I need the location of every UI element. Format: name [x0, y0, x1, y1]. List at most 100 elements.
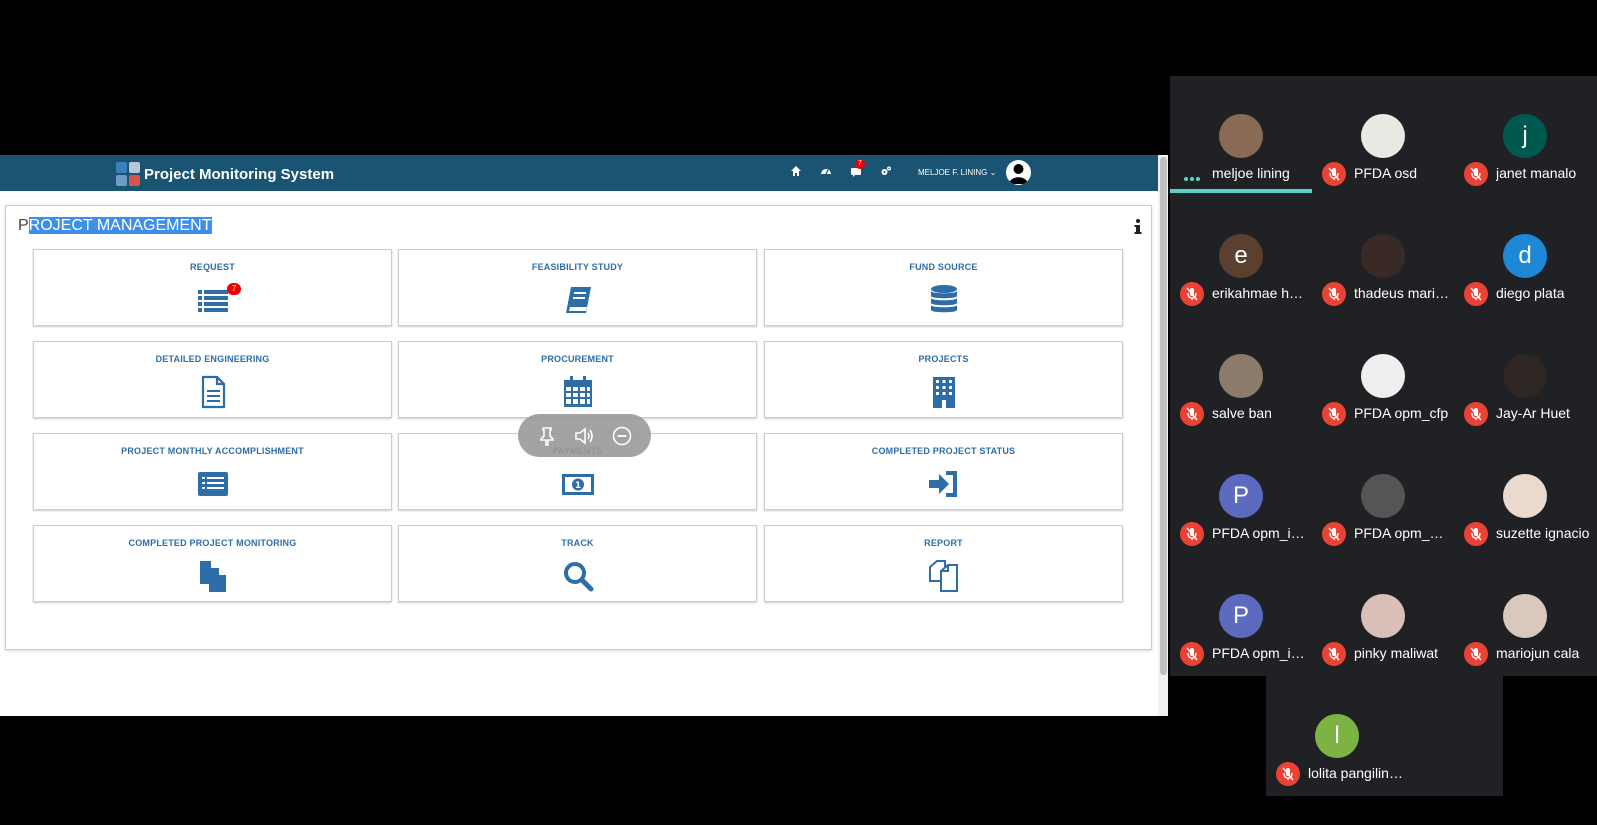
participant-avatar: P: [1219, 594, 1263, 638]
participant-name: thadeus maria...: [1354, 285, 1450, 301]
participant-tile[interactable]: mariojun cala: [1454, 556, 1596, 676]
meeting-screen: Project Monitoring System 7 MELJOE F. LI…: [0, 0, 1597, 825]
user-avatar[interactable]: [1006, 160, 1031, 185]
mic-muted-icon: [1180, 522, 1204, 546]
brand[interactable]: Project Monitoring System: [116, 162, 334, 186]
tile-request[interactable]: REQUEST 7: [33, 249, 392, 326]
chevron-down-icon: ⌄: [989, 168, 997, 177]
tile-label: FEASIBILITY STUDY: [531, 262, 624, 272]
messages-icon[interactable]: 7: [850, 159, 865, 177]
info-icon[interactable]: [1133, 218, 1143, 236]
participant-avatar: [1219, 354, 1263, 398]
building-icon: [932, 377, 955, 408]
tile-label: REQUEST: [190, 262, 235, 272]
scrollbar-thumb[interactable]: [1160, 157, 1167, 675]
participant-avatar: [1361, 594, 1405, 638]
tile-label: PROCUREMENT: [541, 354, 614, 364]
participant-name: janet manalo: [1496, 165, 1577, 181]
participant-tile[interactable]: e erikahmae hes...: [1170, 196, 1312, 316]
files-icon: [928, 560, 958, 592]
document-icon: [201, 375, 225, 409]
database-icon: [930, 285, 957, 313]
tile-label: REPORT: [924, 538, 963, 548]
participant-tile[interactable]: Jay-Ar Huet: [1454, 316, 1596, 436]
tile-procurement[interactable]: PROCUREMENT: [398, 341, 757, 418]
tile-fund-source[interactable]: FUND SOURCE: [764, 249, 1123, 326]
tile-project-monthly-accomplishment[interactable]: PROJECT MONTHLY ACCOMPLISHMENT: [33, 433, 392, 510]
tile-detailed-engineering[interactable]: DETAILED ENGINEERING: [33, 341, 392, 418]
sign-in-icon: [928, 471, 957, 497]
participant-tile[interactable]: thadeus maria...: [1312, 196, 1454, 316]
participant-name: pinky maliwat: [1354, 645, 1439, 661]
participant-name: lolita pangilinan: [1308, 765, 1404, 781]
list-alt-icon: [197, 472, 228, 496]
participant-name: suzette ignacio: [1496, 525, 1590, 541]
participant-tile[interactable]: l lolita pangilinan: [1266, 676, 1408, 796]
participant-avatar: [1219, 114, 1263, 158]
tile-label: PROJECTS: [918, 354, 969, 364]
mic-muted-icon: [1276, 762, 1300, 786]
money-icon: 1: [561, 474, 594, 495]
participant-tile[interactable]: d diego plata: [1454, 196, 1596, 316]
participant-name: diego plata: [1496, 285, 1565, 301]
dashboard-icon[interactable]: [820, 165, 832, 177]
participant-tile[interactable]: P PFDA opm_ifpc: [1170, 556, 1312, 676]
participant-tile[interactable]: pinky maliwat: [1312, 556, 1454, 676]
tile-projects[interactable]: PROJECTS: [764, 341, 1123, 418]
participant-name: Jay-Ar Huet: [1496, 405, 1570, 421]
participant-tile[interactable]: j janet manalo: [1454, 76, 1596, 196]
participant-tile[interactable]: salve ban: [1170, 316, 1312, 436]
mic-muted-icon: [1180, 402, 1204, 426]
tile-feasibility-study[interactable]: FEASIBILITY STUDY: [398, 249, 757, 326]
home-icon[interactable]: [790, 165, 802, 177]
search-icon: [563, 562, 593, 592]
participant-name: PFDA osd: [1354, 165, 1418, 181]
participant-avatar: d: [1503, 234, 1547, 278]
mic-muted-icon: [1322, 402, 1346, 426]
participant-tile[interactable]: PFDA opm_cfp: [1312, 316, 1454, 436]
participant-name: PFDA opm_cfp: [1354, 405, 1449, 421]
request-count-badge: 7: [227, 283, 242, 295]
user-menu[interactable]: MELJOE F. LINING ⌄: [918, 168, 996, 177]
top-navbar: Project Monitoring System 7 MELJOE F. LI…: [0, 155, 1158, 191]
tile-label: TRACK: [561, 538, 594, 548]
mic-muted-icon: [1180, 282, 1204, 306]
messages-badge: 7: [855, 159, 865, 169]
remove-icon[interactable]: [611, 425, 633, 447]
tile-label: FUND SOURCE: [909, 262, 978, 272]
volume-icon[interactable]: [573, 425, 595, 447]
tile-completed-project-status[interactable]: COMPLETED PROJECT STATUS: [764, 433, 1123, 510]
tile-label: COMPLETED PROJECT STATUS: [871, 446, 1016, 456]
selected-title-text: ROJECT MANAGEMENT: [28, 217, 212, 234]
pin-icon[interactable]: [536, 425, 558, 447]
mic-muted-icon: [1464, 522, 1488, 546]
mic-muted-icon: [1322, 162, 1346, 186]
app-title: Project Monitoring System: [144, 165, 335, 183]
participant-avatar: [1361, 234, 1405, 278]
tile-completed-project-monitoring[interactable]: COMPLETED PROJECT MONITORING: [33, 525, 392, 602]
participant-tile[interactable]: meljoe lining: [1170, 76, 1312, 196]
nav-icons: 7: [790, 159, 892, 177]
tile-track[interactable]: TRACK: [398, 525, 757, 602]
app-logo-icon: [116, 162, 140, 186]
participant-tile[interactable]: P PFDA opm_ifpc: [1170, 436, 1312, 556]
participant-name: PFDA opm_ifpc: [1212, 645, 1308, 661]
svg-text:1: 1: [574, 481, 580, 491]
participant-avatar: l: [1315, 714, 1359, 758]
tile-report[interactable]: REPORT: [764, 525, 1123, 602]
participant-tile[interactable]: suzette ignacio: [1454, 436, 1596, 556]
mic-muted-icon: [1322, 522, 1346, 546]
book-icon: [565, 287, 591, 313]
participant-avatar: [1503, 594, 1547, 638]
mic-muted-icon: [1180, 642, 1204, 666]
mic-muted-icon: [1322, 642, 1346, 666]
user-name: MELJOE F. LINING: [918, 168, 988, 177]
participant-avatar: [1361, 474, 1405, 518]
participant-tile[interactable]: PFDA osd: [1312, 76, 1454, 196]
shared-screen: Project Monitoring System 7 MELJOE F. LI…: [0, 155, 1168, 716]
mic-muted-icon: [1464, 642, 1488, 666]
participant-tile[interactable]: PFDA opm_zfpc: [1312, 436, 1454, 556]
participant-avatar: e: [1219, 234, 1263, 278]
tile-label: DETAILED ENGINEERING: [155, 354, 270, 364]
settings-icon[interactable]: [880, 165, 892, 177]
